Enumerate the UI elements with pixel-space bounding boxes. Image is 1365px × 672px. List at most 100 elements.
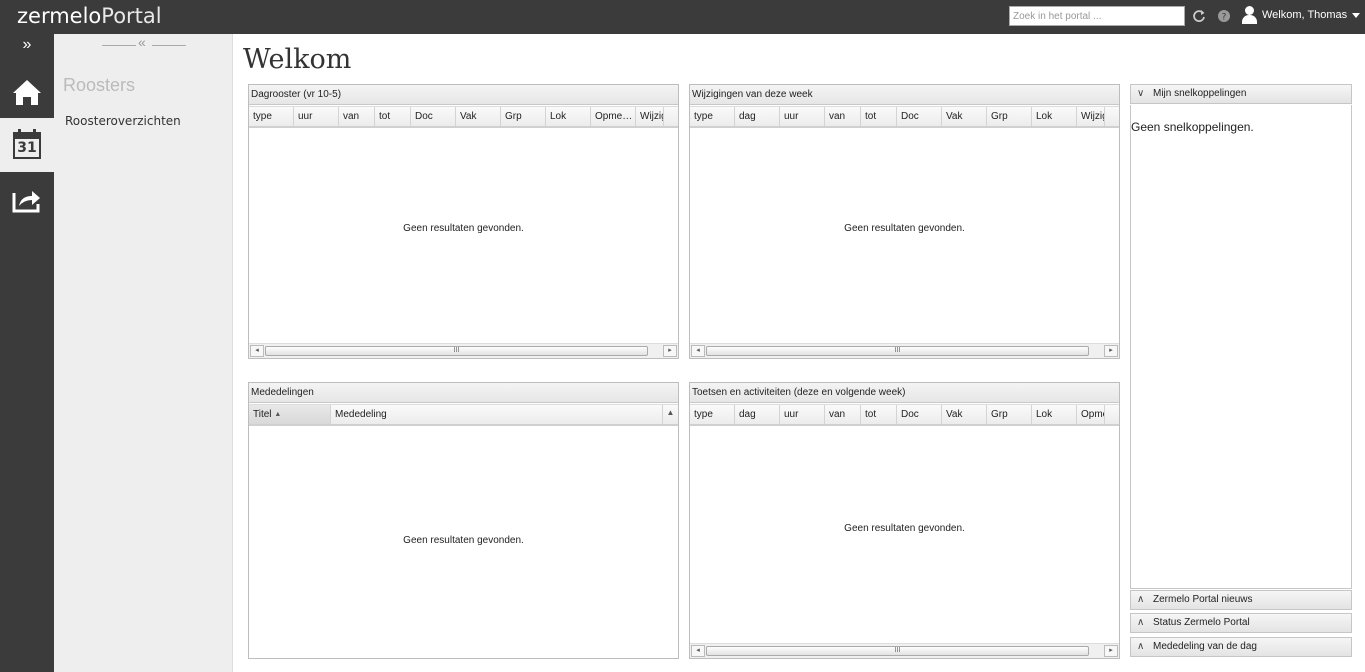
sidebar-item-roosteroverzichten[interactable]: Roosteroverzichten [65,114,181,128]
scroll-left-icon[interactable]: ◂ [250,345,264,357]
column-header[interactable]: Opme [1077,405,1105,424]
chevron-up-icon: ∧ [1137,594,1145,605]
user-menu[interactable]: Welkom, Thomas [1242,6,1361,26]
app-logo[interactable]: zermeloPortal [17,4,162,28]
empty-message: Geen resultaten gevonden. [403,223,524,234]
share-icon [12,191,40,213]
empty-message: Geen resultaten gevonden. [844,523,965,534]
column-header[interactable]: Lok [546,107,591,126]
scroll-right-icon[interactable]: ▸ [1104,345,1118,357]
scroll-right-icon[interactable]: ▸ [663,345,677,357]
scroll-up-icon[interactable]: ▲ [663,405,678,424]
snelkoppelingen-body: Geen snelkoppelingen. [1130,105,1352,589]
toetsen-panel: Toetsen en activiteiten (deze en volgend… [689,382,1120,659]
column-label: Titel [253,409,272,420]
horizontal-scrollbar[interactable]: ◂ III ▸ [249,343,678,358]
panel-title: Toetsen en activiteiten (deze en volgend… [690,383,1119,403]
scroll-thumb[interactable]: III [706,346,1089,356]
secondary-sidebar: « Roosters Roosteroverzichten [54,34,233,672]
column-header[interactable]: uur [294,107,339,126]
panel-title: Zermelo Portal nieuws [1153,594,1253,605]
column-header[interactable]: dag [735,405,780,424]
search-input[interactable] [1009,6,1185,26]
svg-text:?: ? [1222,13,1227,23]
scroll-left-icon[interactable]: ◂ [691,345,705,357]
column-header[interactable]: Grp [501,107,546,126]
help-icon[interactable]: ? [1217,9,1231,23]
refresh-icon[interactable] [1192,9,1206,23]
scroll-left-icon[interactable]: ◂ [691,645,705,657]
dagrooster-panel: Dagrooster (vr 10-5) type uur van tot Do… [248,84,679,359]
chevron-up-icon: ∧ [1137,617,1145,628]
column-header[interactable]: Vak [942,107,987,126]
wijzigingen-panel: Wijzigingen van deze week type dag uur v… [689,84,1120,359]
collapse-sidebar-icon[interactable]: « [102,34,186,53]
panel-title: Status Zermelo Portal [1153,617,1250,628]
status-header[interactable]: ∧ Status Zermelo Portal [1130,613,1352,633]
top-bar: zermeloPortal ? Welkom, Thomas [0,0,1365,34]
caret-down-icon [1352,12,1361,18]
column-header[interactable]: tot [861,107,897,126]
grid-header: type dag uur van tot Doc Vak Grp Lok Opm… [690,404,1119,426]
column-header[interactable]: Doc [411,107,456,126]
panel-title: Mededeling van de dag [1153,641,1257,652]
expand-menu-icon[interactable]: » [0,34,54,58]
column-header[interactable]: uur [780,107,825,126]
snelkoppelingen-header[interactable]: ∨ Mijn snelkoppelingen [1130,84,1352,104]
column-header[interactable]: type [249,107,294,126]
logo-bold: zermelo [17,4,102,28]
nav-calendar[interactable]: 31 [0,118,54,172]
column-header[interactable]: tot [375,107,411,126]
column-header[interactable]: type [690,107,735,126]
scroll-thumb[interactable]: III [265,346,648,356]
panel-title: Wijzigingen van deze week [690,85,1119,105]
column-header[interactable]: Doc [897,405,942,424]
column-header[interactable]: Doc [897,107,942,126]
empty-message: Geen snelkoppelingen. [1131,120,1254,134]
mededeling-dag-header[interactable]: ∧ Mededeling van de dag [1130,637,1352,657]
user-label: Welkom, Thomas [1262,9,1348,21]
horizontal-scrollbar[interactable]: ◂ III ▸ [690,643,1119,658]
column-header[interactable]: Wijzig [636,107,664,126]
scroll-thumb[interactable]: III [706,646,1089,656]
sidebar-section-title: Roosters [63,75,136,95]
home-icon [13,80,41,105]
page-title: Welkom [243,44,352,75]
column-header[interactable]: uur [780,405,825,424]
column-header[interactable]: Lok [1032,107,1077,126]
column-header[interactable]: Mededeling [331,405,663,424]
column-header[interactable]: type [690,405,735,424]
column-header[interactable]: Vak [942,405,987,424]
column-header[interactable]: Wijzig [1077,107,1105,126]
chevron-up-icon: ∧ [1137,641,1145,652]
mededelingen-panel: Mededelingen Titel ▲ Mededeling ▲ Geen r… [248,382,679,659]
empty-message: Geen resultaten gevonden. [844,223,965,234]
empty-message: Geen resultaten gevonden. [403,535,524,546]
nav-home[interactable] [0,64,54,118]
sort-asc-icon: ▲ [274,411,282,418]
column-header[interactable]: van [825,107,861,126]
column-header[interactable]: Opme… [591,107,636,126]
panel-title: Mededelingen [249,383,678,403]
logo-light: Portal [101,4,162,28]
panel-title: Dagrooster (vr 10-5) [249,85,678,105]
column-header[interactable]: van [339,107,375,126]
column-header[interactable]: Lok [1032,405,1077,424]
horizontal-scrollbar[interactable]: ◂ III ▸ [690,343,1119,358]
grid-header: type uur van tot Doc Vak Grp Lok Opme… W… [249,106,678,128]
user-icon [1242,6,1258,25]
column-header[interactable]: van [825,405,861,424]
chevron-down-icon: ∨ [1137,88,1145,99]
grid-header: type dag uur van tot Doc Vak Grp Lok Wij… [690,106,1119,128]
column-header[interactable]: tot [861,405,897,424]
nieuws-header[interactable]: ∧ Zermelo Portal nieuws [1130,590,1352,610]
column-header[interactable]: Vak [456,107,501,126]
column-header[interactable]: Grp [987,405,1032,424]
column-header-titel[interactable]: Titel ▲ [249,405,331,424]
column-header[interactable]: Grp [987,107,1032,126]
calendar-date: 31 [17,140,37,156]
scroll-right-icon[interactable]: ▸ [1104,645,1118,657]
nav-share[interactable] [0,173,54,227]
column-header[interactable]: dag [735,107,780,126]
left-nav: » 31 [0,34,54,672]
